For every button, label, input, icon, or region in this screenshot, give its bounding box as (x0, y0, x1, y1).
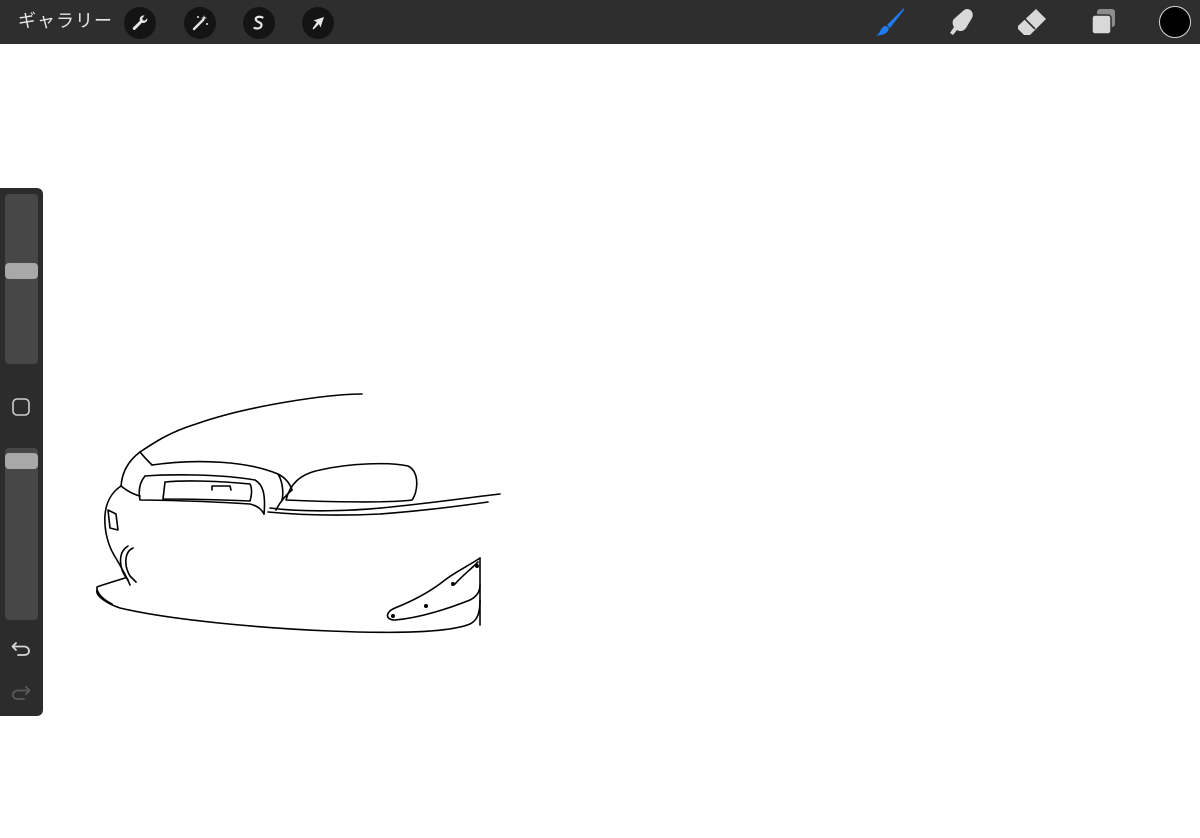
brush-icon (875, 8, 904, 36)
color-picker-button[interactable] (1159, 6, 1191, 38)
layers-icon (1091, 9, 1115, 35)
brush-tool-button[interactable] (873, 5, 907, 39)
opacity-thumb[interactable] (5, 453, 38, 469)
undo-arrow-icon (11, 642, 30, 656)
selection-button[interactable] (243, 7, 275, 39)
layers-button[interactable] (1087, 5, 1121, 39)
actions-button[interactable] (124, 7, 156, 39)
eraser-tool-button[interactable] (1015, 5, 1049, 39)
smudge-tool-button[interactable] (944, 5, 978, 39)
eraser-icon (1018, 9, 1046, 35)
arrow-cursor-icon (312, 17, 324, 30)
redo-button[interactable] (10, 680, 32, 702)
modify-button[interactable] (10, 396, 32, 418)
gallery-button[interactable]: ギャラリー (18, 9, 113, 35)
opacity-slider[interactable] (5, 448, 38, 620)
drawing-canvas[interactable] (0, 44, 1200, 834)
left-sidebar (0, 188, 43, 716)
wrench-icon (132, 15, 148, 31)
transform-button[interactable] (302, 7, 334, 39)
adjustments-button[interactable] (184, 7, 216, 39)
square-modify-icon (12, 398, 30, 416)
smudge-finger-icon (950, 8, 973, 35)
redo-arrow-icon (12, 686, 31, 700)
brush-size-slider[interactable] (5, 194, 38, 364)
undo-button[interactable] (10, 636, 32, 658)
magic-wand-icon (192, 15, 208, 31)
brush-size-thumb[interactable] (5, 263, 38, 279)
selection-s-icon (253, 15, 264, 30)
top-toolbar: ギャラリー (0, 0, 1200, 44)
car-front-line-drawing (96, 393, 501, 634)
